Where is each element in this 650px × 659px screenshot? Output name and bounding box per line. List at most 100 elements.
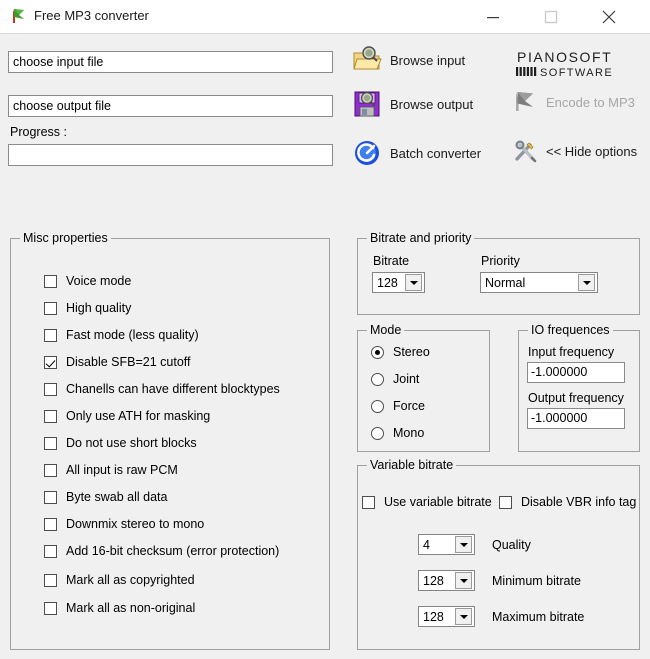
progress-bar <box>8 144 333 166</box>
checkbox-box[interactable] <box>44 463 57 477</box>
close-icon <box>602 10 616 23</box>
bitrate-value: 128 <box>377 275 398 290</box>
quality-select[interactable]: 4 <box>418 534 475 555</box>
checkbox-box[interactable] <box>44 490 57 504</box>
checkbox-box[interactable] <box>44 409 57 423</box>
checkbox-box[interactable] <box>44 544 57 558</box>
checkbox-byte-swab[interactable]: Byte swab all data <box>44 490 167 504</box>
browse-input-label: Browse input <box>390 52 466 68</box>
priority-label: Priority <box>481 254 520 268</box>
hide-options-label: << Hide options <box>546 143 638 159</box>
checkbox-voice-mode[interactable]: Voice mode <box>44 274 131 288</box>
checkbox-disable-vbr-info-tag[interactable]: Disable VBR info tag <box>499 495 636 509</box>
minimize-button[interactable] <box>470 0 516 33</box>
checkbox-label: Mark all as copyrighted <box>66 573 195 587</box>
radio-label: Force <box>393 399 425 413</box>
window-title: Free MP3 converter <box>34 8 149 23</box>
radio-circle[interactable] <box>371 372 384 386</box>
checkbox-high-quality[interactable]: High quality <box>44 301 131 315</box>
close-button[interactable] <box>586 0 632 33</box>
maximum-bitrate-label: Maximum bitrate <box>492 610 585 624</box>
variable-bitrate-title: Variable bitrate <box>367 458 457 472</box>
checkbox-label: All input is raw PCM <box>66 463 178 477</box>
checkbox-different-blocktypes[interactable]: Chanells can have different blocktypes <box>44 382 280 396</box>
checkbox-box[interactable] <box>44 274 57 288</box>
encode-to-mp3-label: Encode to MP3 <box>546 94 635 110</box>
misc-properties-title: Misc properties <box>20 231 111 245</box>
radio-circle[interactable] <box>371 345 384 359</box>
output-frequency-field[interactable]: -1.000000 <box>527 408 625 429</box>
input-file-field[interactable]: choose input file <box>8 51 333 73</box>
chevron-down-icon[interactable] <box>455 572 472 589</box>
encode-to-mp3-button[interactable]: Encode to MP3 <box>512 89 635 115</box>
checkbox-label: Downmix stereo to mono <box>66 517 205 531</box>
chevron-down-icon[interactable] <box>405 274 422 291</box>
checkbox-label: Voice mode <box>66 274 132 288</box>
checkbox-add-checksum[interactable]: Add 16-bit checksum (error protection) <box>44 544 279 558</box>
checkbox-downmix-mono[interactable]: Downmix stereo to mono <box>44 517 204 531</box>
input-frequency-field[interactable]: -1.000000 <box>527 362 625 383</box>
checkbox-box[interactable] <box>44 573 57 587</box>
hide-options-button[interactable]: << Hide options <box>512 138 637 164</box>
piano-keys-icon <box>516 67 537 76</box>
chevron-down-icon[interactable] <box>455 608 472 625</box>
checkbox-label: Byte swab all data <box>66 490 168 504</box>
radio-mono[interactable]: Mono <box>371 426 424 440</box>
checkbox-label: Add 16-bit checksum (error protection) <box>66 544 280 558</box>
checkbox-box[interactable] <box>44 382 57 396</box>
checkbox-label: Use variable bitrate <box>384 495 492 509</box>
radio-circle[interactable] <box>371 426 384 440</box>
checkbox-box[interactable] <box>44 436 57 450</box>
browse-output-button[interactable]: Browse output <box>352 89 473 119</box>
checkbox-only-ath-masking[interactable]: Only use ATH for masking <box>44 409 210 423</box>
mode-title: Mode <box>367 323 405 337</box>
chevron-down-icon[interactable] <box>455 536 472 553</box>
checkbox-box[interactable] <box>44 601 57 615</box>
maximum-bitrate-select[interactable]: 128 <box>418 606 475 627</box>
priority-value: Normal <box>485 275 526 290</box>
quality-value: 4 <box>423 537 430 552</box>
checkbox-no-short-blocks[interactable]: Do not use short blocks <box>44 436 197 450</box>
checkbox-raw-pcm[interactable]: All input is raw PCM <box>44 463 178 477</box>
checkbox-label: Chanells can have different blocktypes <box>66 382 280 396</box>
checkbox-label: Disable VBR info tag <box>521 495 637 509</box>
output-frequency-label: Output frequency <box>528 391 624 405</box>
radio-label: Mono <box>393 426 425 440</box>
minimum-bitrate-select[interactable]: 128 <box>418 570 475 591</box>
checkbox-label: High quality <box>66 301 132 315</box>
radio-circle[interactable] <box>371 399 384 413</box>
priority-select[interactable]: Normal <box>480 272 598 293</box>
checkbox-label: Disable SFB=21 cutoff <box>66 355 191 369</box>
quality-label: Quality <box>492 538 531 552</box>
checkbox-box[interactable] <box>44 328 57 342</box>
checkbox-box[interactable] <box>44 301 57 315</box>
radio-stereo[interactable]: Stereo <box>371 345 430 359</box>
checkbox-disable-sfb21[interactable]: Disable SFB=21 cutoff <box>44 355 191 369</box>
maximize-button[interactable] <box>528 0 574 33</box>
checkbox-box[interactable] <box>44 517 57 531</box>
checkbox-mark-copyrighted[interactable]: Mark all as copyrighted <box>44 573 195 587</box>
checkbox-fast-mode[interactable]: Fast mode (less quality) <box>44 328 199 342</box>
checkbox-box[interactable] <box>44 355 57 369</box>
output-file-field[interactable]: choose output file <box>8 95 333 117</box>
browse-input-button[interactable]: Browse input <box>352 45 465 75</box>
radio-force[interactable]: Force <box>371 399 425 413</box>
progress-label: Progress : <box>10 125 67 139</box>
browse-output-label: Browse output <box>390 96 474 112</box>
checkbox-label: Mark all as non-original <box>66 601 196 615</box>
checkbox-box[interactable] <box>499 495 512 509</box>
batch-circle-icon <box>352 138 382 168</box>
title-bar: Free MP3 converter <box>0 0 650 34</box>
folder-open-icon <box>352 45 382 75</box>
io-frequences-title: IO frequences <box>528 323 613 337</box>
checkbox-use-variable-bitrate[interactable]: Use variable bitrate <box>362 495 492 509</box>
batch-converter-button[interactable]: Batch converter <box>352 138 481 168</box>
bitrate-select[interactable]: 128 <box>372 272 425 293</box>
chevron-down-icon[interactable] <box>578 274 595 291</box>
checkbox-mark-non-original[interactable]: Mark all as non-original <box>44 601 195 615</box>
pianosoft-logo: PIANOSOFT SOFTWARE <box>513 48 641 80</box>
flag-grey-icon <box>512 89 538 115</box>
checkbox-box[interactable] <box>362 495 375 509</box>
radio-joint[interactable]: Joint <box>371 372 419 386</box>
logo-line1-text: PIANOSOFT <box>517 49 612 65</box>
